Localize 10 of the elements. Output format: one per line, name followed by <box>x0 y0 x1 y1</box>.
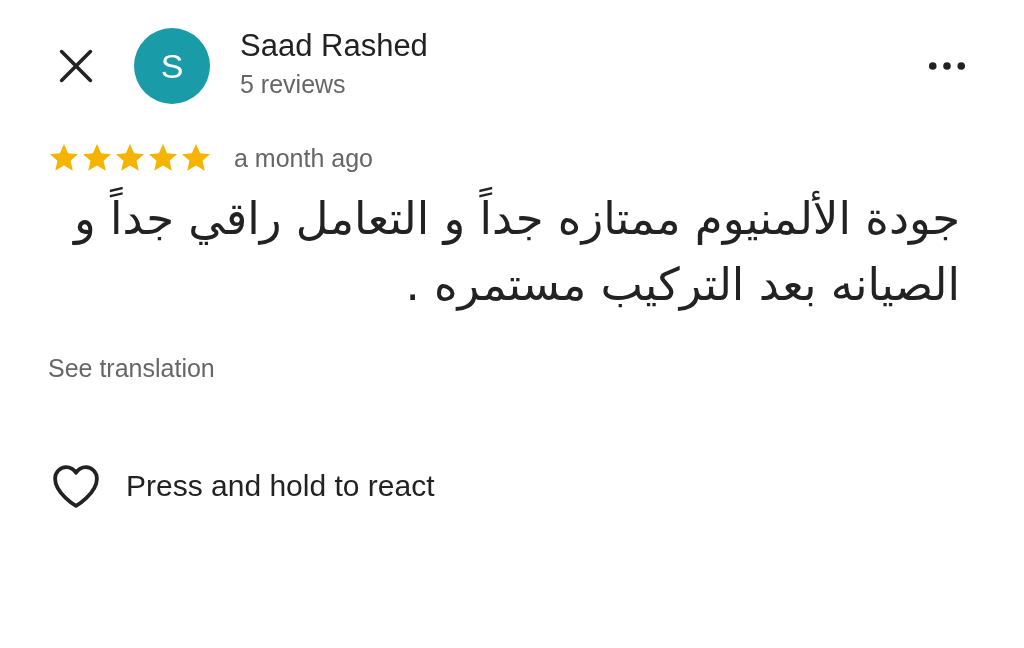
review-time: a month ago <box>234 143 373 173</box>
heart-icon[interactable] <box>50 463 102 509</box>
review-text: جودة الألمنيوم ممتازه جداً و التعامل راقي جداً و الصيانه بعد التركيب مستمره . <box>40 186 960 318</box>
reviewer-name[interactable]: Saad Rashed <box>240 27 928 64</box>
see-translation-link[interactable]: See translation <box>48 354 215 383</box>
more-icon[interactable] <box>928 61 966 71</box>
avatar: S <box>134 28 210 104</box>
react-hint: Press and hold to react <box>126 469 435 503</box>
close-icon[interactable] <box>58 48 94 84</box>
review-count: 5 reviews <box>240 69 347 99</box>
